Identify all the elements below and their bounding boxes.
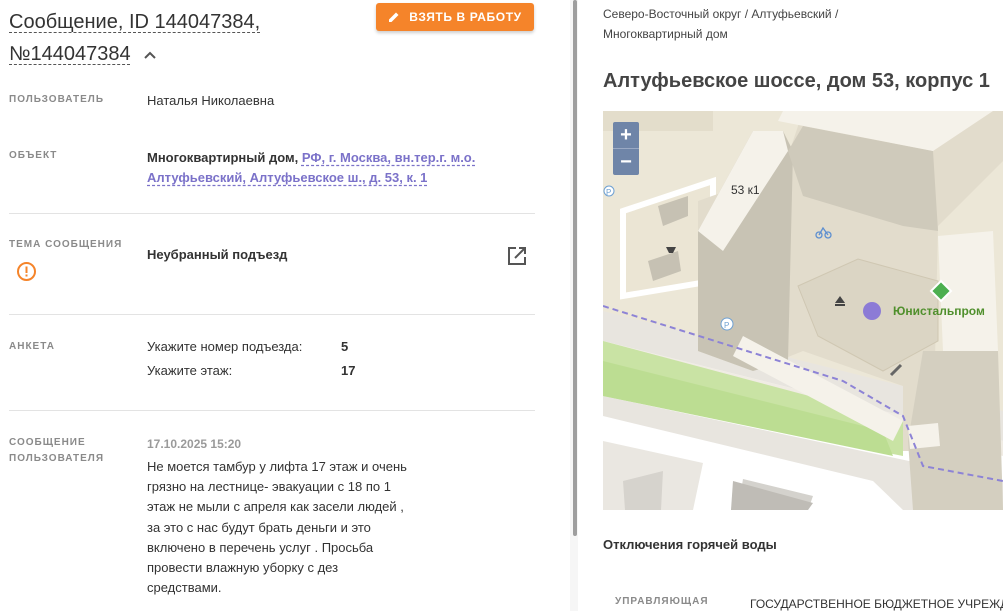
- chevron-up-icon[interactable]: [144, 51, 156, 59]
- external-link-icon[interactable]: [506, 245, 528, 267]
- map[interactable]: 53 к1 Юнистальпром P P + −: [603, 111, 1003, 510]
- object-value: Многоквартирный дом, РФ, г. Москва, вн.т…: [147, 148, 507, 188]
- svg-text:P: P: [606, 188, 611, 197]
- survey-answer: 5: [341, 339, 349, 354]
- user-message-label: СООБЩЕНИЕ: [9, 437, 86, 448]
- user-label: ПОЛЬЗОВАТЕЛЬ: [9, 94, 105, 105]
- object-type: Многоквартирный дом,: [147, 150, 299, 165]
- zoom-control[interactable]: + −: [613, 122, 639, 175]
- location-marker[interactable]: [863, 302, 881, 320]
- survey-answer: 17: [341, 363, 356, 378]
- survey-label: АНКЕТА: [9, 341, 55, 352]
- pencil-icon: [389, 12, 399, 22]
- message-date: 17.10.2025 15:20: [147, 437, 242, 451]
- svg-text:P: P: [724, 321, 729, 330]
- take-to-work-label: ВЗЯТЬ В РАБОТУ: [409, 10, 522, 24]
- survey-question: Укажите номер подъезда:: [147, 339, 303, 354]
- poi-label[interactable]: Юнистальпром: [893, 304, 985, 318]
- page-title: Алтуфьевское шоссе, дом 53, корпус 1: [603, 70, 990, 92]
- message-panel: Сообщение, ID 144047384, №144047384 ВЗЯТ…: [0, 0, 570, 611]
- user-message-label-2: ПОЛЬЗОВАТЕЛЯ: [9, 453, 105, 464]
- object-label: ОБЪЕКТ: [9, 150, 58, 161]
- topic-label: ТЕМА СООБЩЕНИЯ: [9, 239, 123, 250]
- scrollbar-thumb[interactable]: [573, 0, 577, 536]
- hot-water-title: Отключения горячей воды: [603, 537, 777, 552]
- message-title: Сообщение, ID 144047384, №144047384: [9, 11, 261, 65]
- zoom-out-button[interactable]: −: [613, 148, 639, 175]
- divider: [9, 314, 535, 315]
- management-value: ГОСУДАРСТВЕННОЕ БЮДЖЕТНОЕ УЧРЕЖДЕНИЕ: [750, 597, 1003, 611]
- divider: [9, 410, 535, 411]
- message-text: Не моется тамбур у лифта 17 этаж и очень…: [147, 459, 407, 596]
- topic-value: Неубранный подъезд: [147, 247, 288, 262]
- object-address-link[interactable]: РФ, г. Москва, вн.тер.г. м.о.: [302, 150, 476, 165]
- zoom-in-button[interactable]: +: [613, 122, 639, 148]
- take-to-work-button[interactable]: ВЗЯТЬ В РАБОТУ: [376, 3, 534, 31]
- warning-icon: [17, 262, 36, 281]
- management-label: УПРАВЛЯЮЩАЯ: [615, 596, 709, 607]
- survey-question: Укажите этаж:: [147, 363, 233, 378]
- divider: [9, 213, 535, 214]
- building-label: 53 к1: [731, 183, 760, 197]
- object-address-link-2[interactable]: Алтуфьевский, Алтуфьевское ш., д. 53, к.…: [147, 170, 427, 185]
- object-panel: Северо-Восточный округ / Алтуфьевский / …: [578, 0, 1003, 611]
- user-value: Наталья Николаевна: [147, 93, 275, 108]
- breadcrumb[interactable]: Северо-Восточный округ / Алтуфьевский / …: [603, 4, 838, 44]
- map-canvas[interactable]: 53 к1 Юнистальпром P P: [603, 111, 1003, 510]
